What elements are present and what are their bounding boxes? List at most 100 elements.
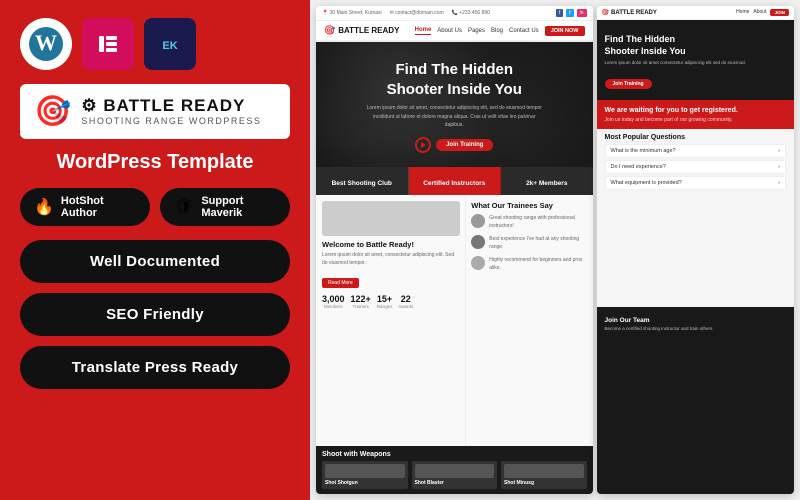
join-now-btn[interactable]: JOIN NOW <box>545 26 585 36</box>
side-logo: 🎯 BATTLE READY <box>602 9 657 16</box>
side-hero-title: Find The HiddenShooter Inside You <box>605 34 787 57</box>
side-nav-links: Home About JOIN <box>736 9 789 16</box>
ig-icon: in <box>577 9 587 17</box>
feature-btn-2: SEO Friendly <box>20 293 290 336</box>
weapon-img-3 <box>504 464 584 478</box>
sniper-section: Join Our Team Become a certified shootin… <box>597 307 795 494</box>
nav-blog[interactable]: Blog <box>491 28 503 34</box>
mockup-wrapper: 📍 30 Main Street, Kumasi ✉ contact@domai… <box>316 6 794 494</box>
stat-instructors: Certified Instructors <box>409 167 502 195</box>
stat-members-mini: 3,000 Members <box>322 294 345 309</box>
support-label: Support Maverik <box>201 195 276 219</box>
content-area: Welcome to Battle Ready! Lorem ipsum dol… <box>316 195 593 447</box>
review-2: Best experience I've had at any shooting… <box>471 235 586 251</box>
faq-item-3[interactable]: What equipment is provided? › <box>605 176 787 190</box>
avatar-3 <box>471 256 485 270</box>
nav-links: Home About Us Pages Blog Contact Us JOIN… <box>415 26 585 36</box>
faq-item-2[interactable]: Do I need experience? › <box>605 160 787 174</box>
tw-icon: t <box>566 9 573 17</box>
site-address-bar: 📍 30 Main Street, Kumasi ✉ contact@domai… <box>322 10 490 16</box>
review-3: Highly recommend for beginners and pros … <box>471 256 586 272</box>
reviews-list: Great shooting range with professional i… <box>471 214 586 272</box>
play-triangle <box>421 142 426 148</box>
weapon-img-2 <box>415 464 495 478</box>
weapons-section: Shoot with Weapons Shot Shotgun Shot Bla… <box>316 446 593 494</box>
social-icons: f t in <box>556 9 587 17</box>
join-training-btn[interactable]: Join Training <box>436 139 493 151</box>
target-icon: 🎯 <box>324 25 335 36</box>
logo-icon: 🎯 <box>34 94 71 129</box>
chevron-icon-3: › <box>778 180 780 186</box>
nav-home[interactable]: Home <box>415 27 432 35</box>
svg-text:W: W <box>35 30 57 55</box>
faq-section: Most Popular Questions What is the minim… <box>597 129 795 306</box>
hero-title: Find The HiddenShooter Inside You <box>332 60 577 99</box>
nav-logo: 🎯 BATTLE READY <box>324 25 399 36</box>
avatar-2 <box>471 235 485 249</box>
stat-members: 2k+ Members <box>501 167 593 195</box>
side-mockup: 🎯 BATTLE READY Home About JOIN Find The … <box>597 6 795 494</box>
stats-mini: 3,000 Members 122+ Trainers 15+ Ranges <box>322 294 460 309</box>
chevron-icon-1: › <box>778 148 780 154</box>
template-label: WordPress Template <box>20 151 290 174</box>
content-left: Welcome to Battle Ready! Lorem ipsum dol… <box>316 195 466 447</box>
weapon-1: Shot Shotgun <box>322 461 408 489</box>
plugin-icons: W EK <box>20 18 290 70</box>
hero-subtitle: Lorem ipsum dolor sit amet, consectetur … <box>364 104 544 130</box>
hotshot-badge: 🔥 HotShot Author <box>20 188 150 226</box>
sniper-text: Become a certified shooting instructor a… <box>605 326 787 333</box>
side-navbar: 🎯 BATTLE READY Home About JOIN <box>597 6 795 20</box>
feature-btn-3: Translate Press Ready <box>20 346 290 389</box>
register-section: We are waiting for you to get registered… <box>597 100 795 129</box>
nav-about[interactable]: About Us <box>437 28 462 34</box>
feature-btn-1: Well Documented <box>20 240 290 283</box>
logo-box: 🎯 ⚙ BATTLE READY SHOOTING RANGE WORDPRES… <box>20 84 290 139</box>
faq-item-1[interactable]: What is the minimum age? › <box>605 144 787 158</box>
chevron-icon-2: › <box>778 164 780 170</box>
side-nav-about[interactable]: About <box>753 9 766 16</box>
main-navbar: 🎯 BATTLE READY Home About Us Pages Blog … <box>316 21 593 42</box>
register-title: We are waiting for you to get registered… <box>605 106 787 115</box>
welcome-title: Welcome to Battle Ready! <box>322 240 460 249</box>
site-navbar: 📍 30 Main Street, Kumasi ✉ contact@domai… <box>316 6 593 21</box>
stat-ranges-mini: 15+ Ranges <box>377 294 393 309</box>
faq-title: Most Popular Questions <box>605 134 787 141</box>
fb-icon: f <box>556 9 563 17</box>
fire-icon: 🔥 <box>34 197 54 217</box>
weapon-img-1 <box>325 464 405 478</box>
side-join-btn[interactable]: JOIN <box>770 9 789 16</box>
right-panel: 📍 30 Main Street, Kumasi ✉ contact@domai… <box>310 0 800 500</box>
read-more-btn[interactable]: Read More <box>322 278 359 288</box>
badge-row: 🔥 HotShot Author 🛡 Support Maverik <box>20 188 290 226</box>
nav-contact[interactable]: Contact Us <box>509 28 539 34</box>
main-mockup: 📍 30 Main Street, Kumasi ✉ contact@domai… <box>316 6 593 494</box>
wordpress-icon: W <box>20 18 72 70</box>
weapons-grid: Shot Shotgun Shot Blaster Shot Minusg <box>322 461 587 489</box>
content-right: What Our Trainees Say Great shooting ran… <box>466 195 592 447</box>
hotshot-label: HotShot Author <box>61 195 136 219</box>
nav-pages[interactable]: Pages <box>468 28 485 34</box>
reviews-title: What Our Trainees Say <box>471 201 586 210</box>
left-panel: W EK 🎯 ⚙ BATTLE READY SHOOTING RAN <box>0 0 310 500</box>
play-icon[interactable] <box>415 137 431 153</box>
weapon-2: Shot Blaster <box>412 461 498 489</box>
svg-text:EK: EK <box>162 40 177 52</box>
shield-icon: 🛡 <box>174 197 194 217</box>
review-1: Great shooting range with professional i… <box>471 214 586 230</box>
avatar-1 <box>471 214 485 228</box>
stat-awards-mini: 22 Awards <box>398 294 413 309</box>
logo-text: ⚙ BATTLE READY SHOOTING RANGE WORDPRESS <box>81 97 261 126</box>
elementor-icon <box>82 18 134 70</box>
weapon-3: Shot Minusg <box>501 461 587 489</box>
sniper-title: Join Our Team <box>605 317 787 324</box>
side-hero: Find The HiddenShooter Inside You Lorem … <box>597 20 795 100</box>
side-target-icon: 🎯 <box>602 9 609 16</box>
side-cta[interactable]: Join Training <box>605 79 652 89</box>
stats-bar: Best Shooting Club Certified Instructors… <box>316 167 593 195</box>
side-nav-home[interactable]: Home <box>736 9 749 16</box>
envatokit-icon: EK <box>144 18 196 70</box>
register-text: Join us today and become part of our gro… <box>605 117 787 123</box>
side-hero-text: Lorem ipsum dolor sit amet consectetur a… <box>605 60 787 67</box>
welcome-text: Lorem ipsum dolor sit amet, consectetur … <box>322 251 460 267</box>
stat-trainers-mini: 122+ Trainers <box>351 294 371 309</box>
